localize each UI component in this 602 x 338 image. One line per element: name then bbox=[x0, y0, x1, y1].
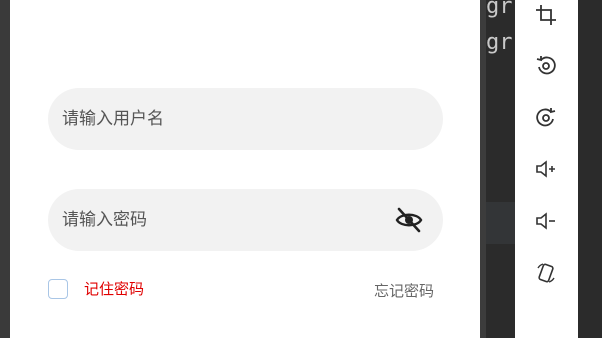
remember-checkbox[interactable] bbox=[48, 278, 68, 299]
emulator-toolbar bbox=[515, 0, 578, 338]
volume-down-icon bbox=[536, 212, 555, 230]
rotate-left-icon bbox=[536, 56, 556, 75]
volume-up-icon bbox=[536, 160, 555, 178]
eye-slash-icon[interactable] bbox=[395, 207, 423, 233]
remember-label: 记住密码 bbox=[84, 280, 145, 298]
rotate-left-button[interactable] bbox=[531, 51, 561, 81]
username-field[interactable] bbox=[48, 88, 443, 150]
password-field[interactable] bbox=[48, 189, 443, 251]
device-rotate-icon bbox=[537, 263, 555, 283]
code-editor-strip: gr er gr er bbox=[486, 0, 515, 338]
rotate-right-button[interactable] bbox=[531, 103, 561, 133]
password-input[interactable] bbox=[62, 189, 382, 251]
rotate-right-icon bbox=[536, 108, 556, 127]
remember-password-option[interactable]: 记住密码 bbox=[48, 278, 144, 299]
code-editor-background bbox=[578, 0, 602, 338]
code-line: gr er bbox=[486, 0, 513, 19]
crop-icon bbox=[536, 5, 556, 25]
crop-button[interactable] bbox=[531, 0, 561, 30]
username-input[interactable] bbox=[62, 88, 382, 150]
volume-up-button[interactable] bbox=[531, 154, 561, 184]
code-line: gr er bbox=[486, 30, 513, 55]
device-rotate-button[interactable] bbox=[531, 258, 561, 288]
volume-down-button[interactable] bbox=[531, 206, 561, 236]
phone-frame bbox=[0, 0, 10, 338]
editor-line-highlight bbox=[486, 202, 515, 244]
forgot-password-link[interactable]: 忘记密码 bbox=[374, 280, 434, 301]
